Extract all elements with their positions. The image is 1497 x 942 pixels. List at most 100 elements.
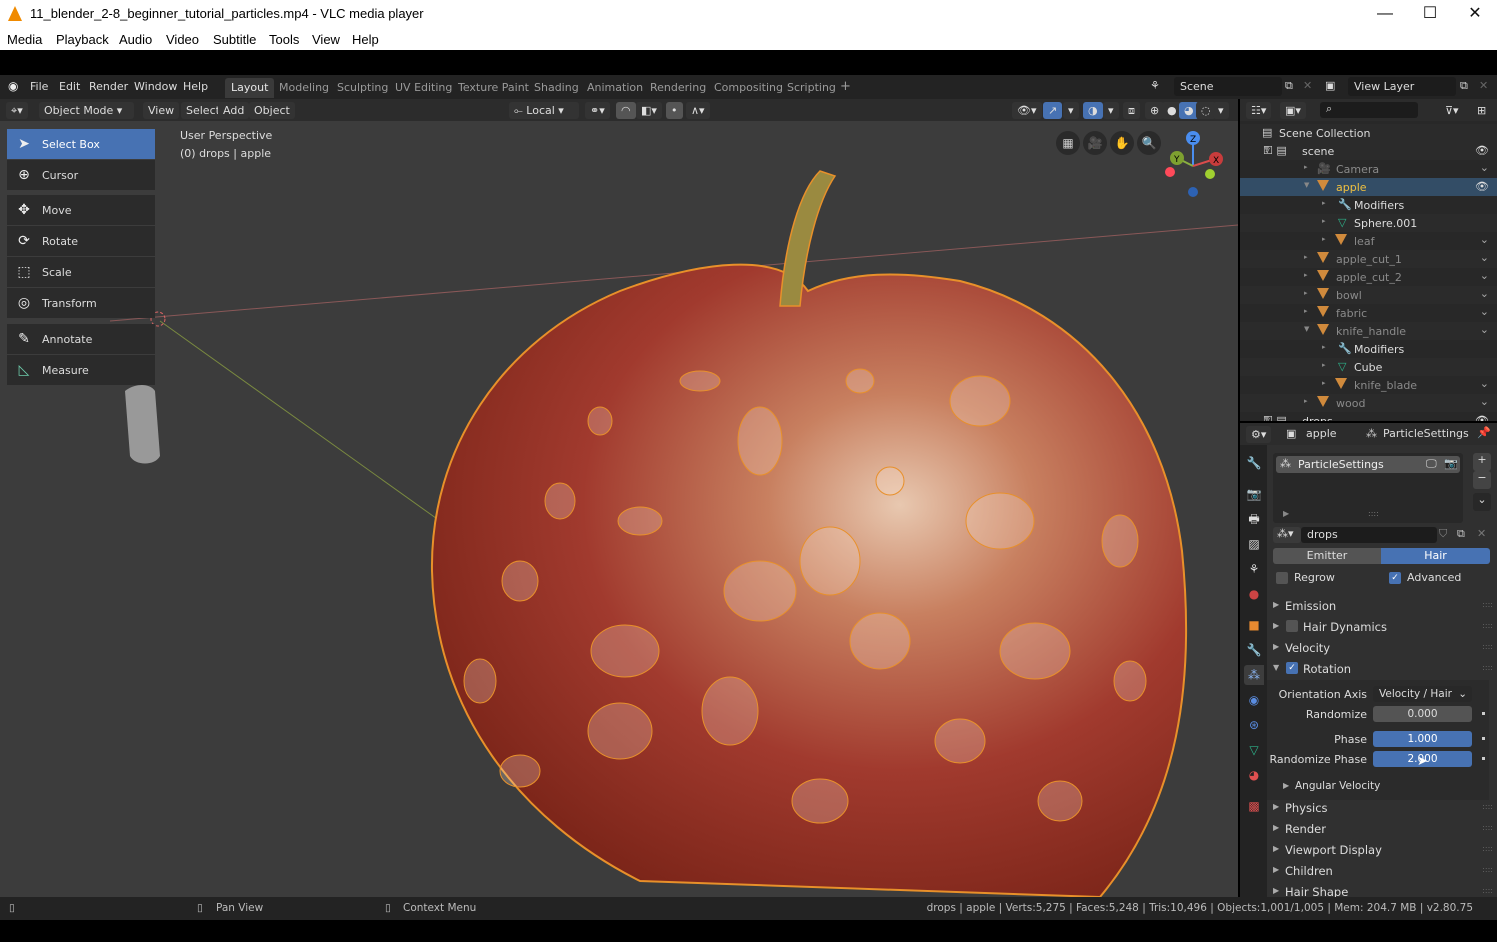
- expand-toggle-icon[interactable]: ▼: [1264, 145, 1269, 153]
- scene-selector-icon[interactable]: ⚘: [1150, 79, 1160, 92]
- view-layer-field[interactable]: View Layer: [1348, 77, 1456, 96]
- type-hair-button[interactable]: Hair: [1381, 548, 1490, 564]
- menu-audio[interactable]: Audio: [119, 32, 152, 47]
- tab-modeling[interactable]: Modeling: [273, 78, 335, 98]
- panel-render[interactable]: ▶ Render::::: [1267, 819, 1493, 839]
- object-tab-icon[interactable]: ■: [1244, 615, 1264, 635]
- resize-grip[interactable]: ::::: [1368, 509, 1379, 518]
- expand-toggle-icon[interactable]: ▼: [1304, 325, 1309, 333]
- outliner-row-fabric[interactable]: fabric ⌄ ▸: [1240, 304, 1497, 322]
- outliner-row-camera[interactable]: 🎥 Camera ⌄ ▸: [1240, 160, 1497, 178]
- outliner-row-bowl[interactable]: bowl ⌄ ▸: [1240, 286, 1497, 304]
- panel-physics[interactable]: ▶ Physics::::: [1267, 798, 1493, 818]
- slot-menu-button[interactable]: ⌄: [1473, 493, 1491, 511]
- expand-toggle-icon[interactable]: ▸: [1322, 235, 1326, 243]
- outliner-row-drops[interactable]: ☑ ▤drops👁▼: [1240, 412, 1497, 421]
- outliner-row-knife-blade[interactable]: knife_blade ⌄ ▸: [1240, 376, 1497, 394]
- expand-toggle-icon[interactable]: ▸: [1322, 217, 1326, 225]
- mode-dropdown[interactable]: Object Mode ▾: [39, 102, 134, 119]
- expand-icon[interactable]: ▶: [1283, 509, 1289, 518]
- orientation-dropdown[interactable]: ⟜ Local ▾: [509, 102, 579, 119]
- outliner-row-leaf[interactable]: leaf ⌄ ▸: [1240, 232, 1497, 250]
- menu-help-blender[interactable]: Help: [183, 80, 208, 93]
- menu-view-3d[interactable]: View: [143, 102, 180, 119]
- outliner-editor-icon[interactable]: ☷▾: [1246, 102, 1272, 119]
- snap-target-icon[interactable]: ◧▾: [636, 102, 662, 119]
- panel-viewport-display[interactable]: ▶ Viewport Display::::: [1267, 840, 1493, 860]
- new-view-layer-icon[interactable]: ⧉: [1460, 79, 1468, 93]
- tool-rotate[interactable]: ⟳ Rotate: [7, 226, 155, 256]
- orientation-axis-dropdown[interactable]: Velocity / Hair ⌄: [1373, 686, 1472, 702]
- menu-file[interactable]: File: [30, 80, 48, 93]
- duplicate-settings-icon[interactable]: ⧉: [1457, 527, 1465, 541]
- physics-tab-icon[interactable]: ◉: [1244, 690, 1264, 710]
- keyframe-dot[interactable]: [1482, 757, 1485, 760]
- pin-icon[interactable]: 📌: [1477, 426, 1491, 439]
- tool-transform[interactable]: ◎ Transform: [7, 288, 155, 318]
- tab-texture-paint[interactable]: Texture Paint: [452, 78, 535, 98]
- expand-toggle-icon[interactable]: ▸: [1322, 199, 1326, 207]
- overlay-toggle-icon[interactable]: ◑: [1083, 102, 1103, 119]
- properties-editor-icon[interactable]: ⚙▾: [1246, 426, 1272, 443]
- panel-hair-shape[interactable]: ▶ Hair Shape::::: [1267, 882, 1493, 897]
- modifier-tab-icon[interactable]: 🔧: [1244, 640, 1264, 660]
- scene-field[interactable]: Scene: [1174, 77, 1282, 96]
- particle-system-item[interactable]: ⁂ ParticleSettings 🖵 📷: [1276, 456, 1460, 473]
- regrow-checkbox[interactable]: [1276, 572, 1288, 584]
- output-tab-icon[interactable]: 🖶: [1244, 509, 1264, 529]
- outliner-row-sphere-001[interactable]: ▽ Sphere.001 ▸: [1240, 214, 1497, 232]
- tab-uv-editing[interactable]: UV Editing: [389, 78, 458, 98]
- shading-dropdown-icon[interactable]: ▾: [1213, 102, 1229, 119]
- editor-type-icon[interactable]: ⌖▾: [6, 102, 28, 119]
- panel-children[interactable]: ▶ Children::::: [1267, 861, 1493, 881]
- close-button[interactable]: ✕: [1460, 4, 1490, 24]
- randomize-field[interactable]: 0.000: [1373, 706, 1472, 722]
- maximize-button[interactable]: ☐: [1415, 4, 1445, 24]
- outliner-row-modifiers[interactable]: 🔧 Modifiers ▸: [1240, 196, 1497, 214]
- falloff-icon[interactable]: ∧▾: [686, 102, 710, 119]
- expand-toggle-icon[interactable]: ▸: [1304, 289, 1308, 297]
- tool-scale[interactable]: ⬚ Scale: [7, 257, 155, 287]
- xray-icon[interactable]: ⧈: [1123, 102, 1140, 119]
- hidden-chevron-icon[interactable]: ⌄: [1480, 287, 1489, 300]
- 3d-viewport[interactable]: User Perspective (0) drops | apple ➤ Sele…: [0, 121, 1238, 897]
- outliner-search-input[interactable]: ⌕: [1320, 102, 1418, 118]
- visibility-icon[interactable]: 👁▾: [1012, 102, 1042, 119]
- hidden-chevron-icon[interactable]: ⌄: [1480, 395, 1489, 408]
- phase-field[interactable]: 1.000: [1373, 731, 1472, 747]
- hidden-chevron-icon[interactable]: ⌄: [1480, 305, 1489, 318]
- pan-hand-icon[interactable]: ✋: [1110, 131, 1134, 155]
- gizmo-dropdown-icon[interactable]: ▾: [1063, 102, 1079, 119]
- hidden-chevron-icon[interactable]: ⌄: [1480, 269, 1489, 282]
- expand-toggle-icon[interactable]: ▸: [1322, 379, 1326, 387]
- add-slot-button[interactable]: +: [1473, 453, 1491, 471]
- camera-view-icon[interactable]: 🎥: [1083, 131, 1107, 155]
- tab-sculpting[interactable]: Sculpting: [331, 78, 394, 98]
- menu-view[interactable]: View: [312, 32, 340, 47]
- outliner-row-knife-handle[interactable]: knife_handle ⌄ ▼: [1240, 322, 1497, 340]
- view-layer-icon[interactable]: ▣: [1325, 79, 1335, 92]
- hidden-chevron-icon[interactable]: ⌄: [1480, 161, 1489, 174]
- data-tab-icon[interactable]: ▽: [1244, 740, 1264, 760]
- tab-shading[interactable]: Shading: [528, 78, 585, 98]
- visibility-eye-icon[interactable]: 👁: [1475, 144, 1489, 157]
- panel-hair-dynamics[interactable]: ▶ Hair Dynamics::::: [1267, 617, 1493, 637]
- panel-rotation[interactable]: ▼ ✓ Rotation::::: [1267, 659, 1493, 679]
- delete-view-layer-icon[interactable]: ✕: [1479, 79, 1488, 92]
- blender-logo-icon[interactable]: ◉: [8, 79, 18, 93]
- outliner-row-cube[interactable]: ▽ Cube ▸: [1240, 358, 1497, 376]
- expand-toggle-icon[interactable]: ▼: [1264, 415, 1269, 421]
- grid-view-icon[interactable]: ▦: [1056, 131, 1080, 155]
- outliner-row-apple[interactable]: apple 👁 ▼: [1240, 178, 1497, 196]
- expand-toggle-icon[interactable]: ▸: [1322, 361, 1326, 369]
- visibility-eye-icon[interactable]: 👁: [1475, 414, 1489, 421]
- expand-toggle-icon[interactable]: ▸: [1322, 343, 1326, 351]
- expand-toggle-icon[interactable]: ▸: [1304, 271, 1308, 279]
- viewport-display-icon[interactable]: 🖵: [1426, 457, 1437, 471]
- keyframe-dot[interactable]: [1482, 737, 1485, 740]
- delete-scene-icon[interactable]: ✕: [1303, 79, 1312, 92]
- menu-subtitle[interactable]: Subtitle: [213, 32, 256, 47]
- menu-render[interactable]: Render: [89, 80, 128, 93]
- menu-window[interactable]: Window: [134, 80, 177, 93]
- add-workspace-button[interactable]: +: [834, 76, 857, 96]
